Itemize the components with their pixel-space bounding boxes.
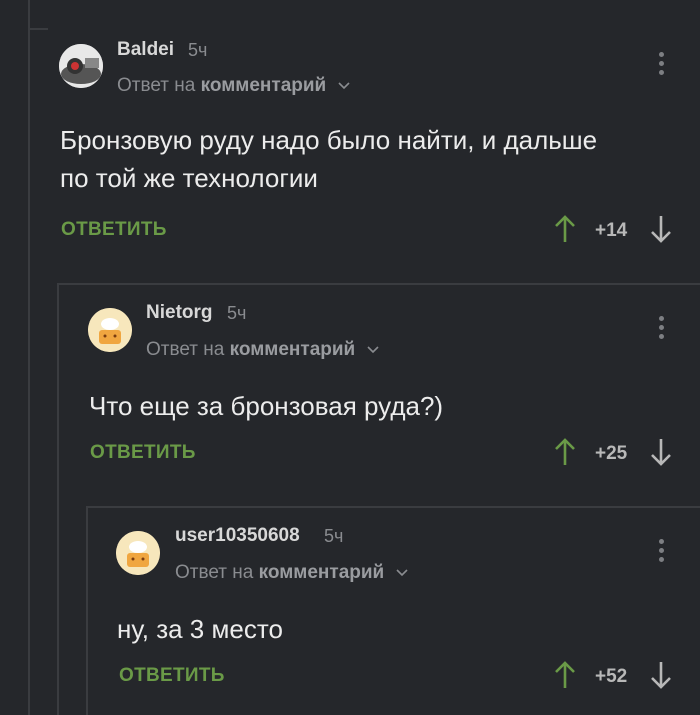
reply-to-link[interactable]: Ответ на комментарий	[175, 562, 408, 584]
reply-prefix: Ответ на	[146, 339, 225, 360]
reply-target: комментарий	[200, 75, 327, 96]
reply-target: комментарий	[229, 339, 356, 360]
reply-button[interactable]: ОТВЕТИТЬ	[119, 665, 225, 687]
timestamp: 5ч	[188, 40, 208, 60]
avatar-image	[88, 308, 132, 352]
reply-target: комментарий	[258, 562, 385, 583]
reply-button[interactable]: ОТВЕТИТЬ	[61, 219, 167, 241]
comment-text-line: по той же технологии	[60, 163, 318, 193]
comment-text-line: Бронзовую руду надо было найти, и дальше	[60, 125, 598, 155]
score: +25	[595, 443, 628, 464]
timestamp: 5ч	[227, 303, 247, 323]
thread-divider	[57, 283, 700, 285]
chevron-down-icon	[395, 569, 408, 577]
thread-divider	[28, 28, 48, 30]
avatar-image	[116, 531, 160, 575]
score: +52	[595, 666, 628, 687]
thread-divider	[86, 506, 700, 508]
comment-text: ну, за 3 место	[117, 614, 283, 644]
avatar[interactable]	[88, 308, 132, 352]
timestamp: 5ч	[324, 526, 344, 546]
avatar[interactable]	[59, 44, 103, 88]
reply-button[interactable]: ОТВЕТИТЬ	[90, 442, 196, 464]
avatar-image	[59, 44, 103, 88]
upvote-icon[interactable]	[554, 215, 576, 243]
reply-prefix: Ответ на	[175, 562, 254, 583]
more-options-icon[interactable]	[659, 316, 665, 343]
more-options-icon[interactable]	[659, 539, 665, 566]
score: +14	[595, 220, 628, 241]
thread-line-level-2	[57, 283, 59, 715]
username[interactable]: Nietorg	[146, 302, 213, 324]
upvote-icon[interactable]	[554, 661, 576, 689]
downvote-icon[interactable]	[650, 661, 672, 689]
thread-line-level-1	[28, 0, 30, 715]
more-options-icon[interactable]	[659, 52, 665, 79]
chevron-down-icon	[366, 346, 379, 354]
avatar[interactable]	[116, 531, 160, 575]
comment-text: Что еще за бронзовая руда?)	[89, 391, 444, 421]
username[interactable]: Baldei	[117, 39, 174, 61]
reply-to-link[interactable]: Ответ на комментарий	[117, 75, 350, 97]
username[interactable]: user10350608	[175, 525, 300, 547]
upvote-icon[interactable]	[554, 438, 576, 466]
comment-text: Бронзовую руду надо было найти, и дальше…	[60, 121, 597, 197]
reply-to-link[interactable]: Ответ на комментарий	[146, 339, 379, 361]
thread-line-level-3	[86, 506, 88, 715]
reply-prefix: Ответ на	[117, 75, 196, 96]
downvote-icon[interactable]	[650, 215, 672, 243]
downvote-icon[interactable]	[650, 438, 672, 466]
chevron-down-icon	[337, 82, 350, 90]
